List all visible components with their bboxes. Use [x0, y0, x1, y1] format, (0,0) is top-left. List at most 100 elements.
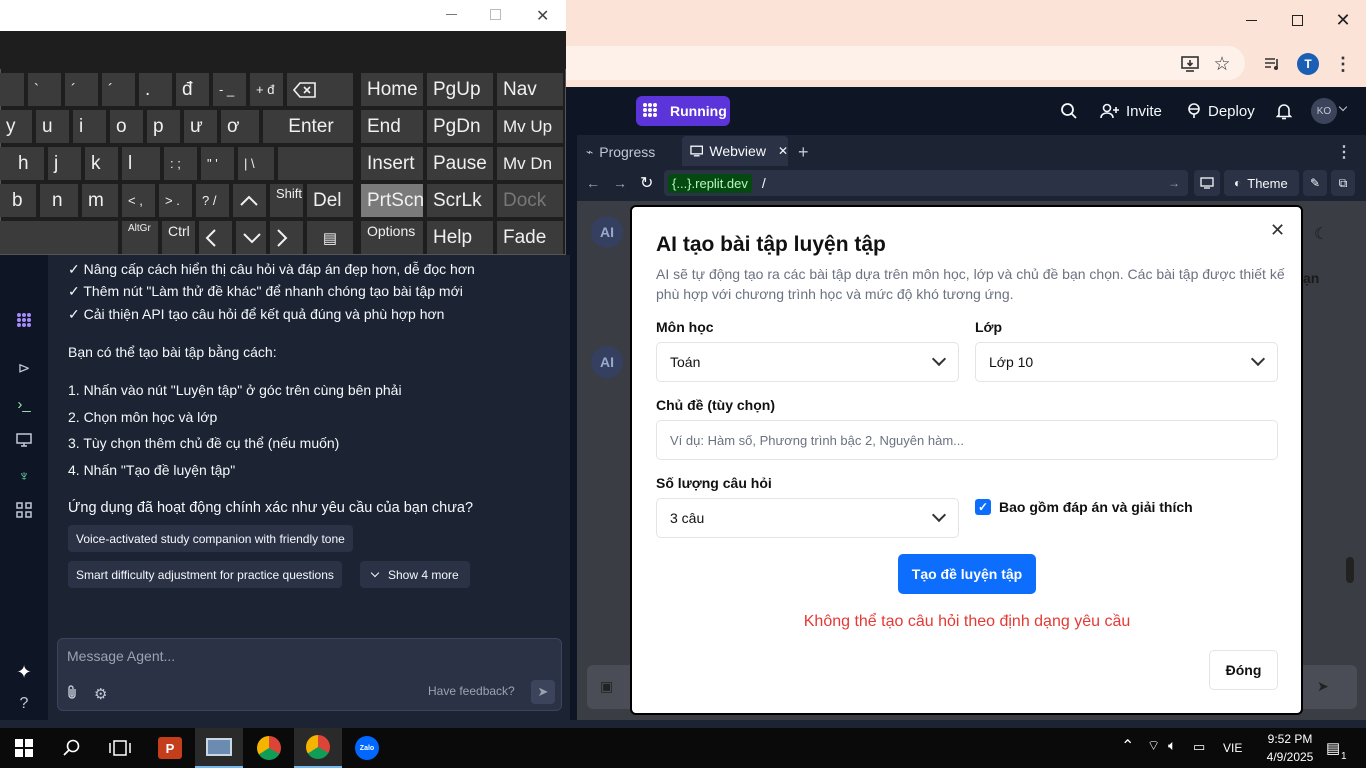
devtools-button[interactable]: ✎	[1303, 170, 1327, 196]
close-tab-icon[interactable]: ✕	[778, 144, 788, 158]
panel-menu-icon[interactable]: ⋮	[1336, 140, 1352, 164]
altgr-key[interactable]: AltGr	[122, 221, 158, 254]
pgdn-key[interactable]: PgDn	[427, 110, 493, 143]
notification-icon[interactable]: ▤	[1326, 739, 1340, 757]
taskbar-chrome-active[interactable]	[294, 728, 342, 768]
key[interactable]: " '	[201, 147, 234, 180]
key[interactable]: ´	[65, 73, 98, 106]
topic-input[interactable]: Ví dụ: Hàm số, Phương trình bậc 2, Nguyê…	[656, 420, 1278, 460]
key[interactable]: l	[122, 147, 160, 180]
install-app-icon[interactable]	[1178, 52, 1202, 76]
backspace-key[interactable]	[287, 73, 353, 106]
running-button[interactable]: Running	[636, 96, 730, 126]
clock-time[interactable]: 9:52 PM	[1255, 732, 1325, 746]
battery-icon[interactable]: ▭	[1193, 739, 1205, 755]
up-arrow-key[interactable]	[233, 184, 266, 217]
prtscn-key[interactable]: PrtScn	[361, 184, 424, 217]
forward-arrow-icon[interactable]: →	[613, 175, 627, 191]
send-button[interactable]: ➤	[531, 680, 555, 704]
notifications-button[interactable]	[1276, 98, 1292, 124]
device-toggle-button[interactable]	[1194, 170, 1220, 196]
key[interactable]	[278, 147, 353, 180]
rail-help-icon[interactable]: ?	[12, 692, 36, 716]
key[interactable]: u	[36, 110, 69, 143]
key[interactable]: ? /	[196, 184, 229, 217]
right-arrow-key[interactable]	[270, 221, 303, 254]
close-dialog-button[interactable]: Đóng	[1209, 650, 1278, 690]
message-input[interactable]: Message Agent...	[67, 648, 175, 664]
start-button[interactable]	[0, 728, 48, 768]
end-key[interactable]: End	[361, 110, 423, 143]
search-button[interactable]	[48, 728, 96, 768]
fade-key[interactable]: Fade	[497, 221, 563, 254]
invite-button[interactable]: Invite	[1100, 98, 1162, 124]
delete-key[interactable]: Del	[307, 184, 353, 217]
down-arrow-key[interactable]	[236, 221, 266, 254]
key[interactable]	[0, 73, 24, 106]
theme-button[interactable]: ◐ Theme	[1224, 170, 1299, 196]
dialog-close-icon[interactable]: ✕	[1270, 220, 1285, 241]
suggestion-chip[interactable]: Smart difficulty adjustment for practice…	[68, 561, 342, 588]
search-button[interactable]	[1060, 98, 1078, 124]
key[interactable]: h	[0, 147, 44, 180]
key[interactable]: p	[147, 110, 180, 143]
bookmark-star-icon[interactable]: ☆	[1210, 52, 1234, 76]
taskbar-powerpoint[interactable]: P	[146, 728, 194, 768]
clock-date[interactable]: 4/9/2025	[1255, 750, 1325, 764]
key[interactable]: n	[40, 184, 78, 217]
browser-menu-icon[interactable]: ⋮	[1331, 52, 1355, 76]
deploy-button[interactable]: Deploy	[1186, 98, 1255, 124]
open-new-window-button[interactable]: ⧉	[1331, 170, 1355, 196]
tab-progress[interactable]: ⌁ Progress	[586, 140, 655, 164]
key[interactable]: + đ	[250, 73, 283, 106]
scrollbar-thumb[interactable]	[1346, 557, 1354, 583]
close-window-button[interactable]: ✕	[1320, 0, 1366, 40]
key[interactable]: ´	[102, 73, 135, 106]
key[interactable]: < ,	[122, 184, 155, 217]
key[interactable]: : ;	[164, 147, 197, 180]
dock-key[interactable]: Dock	[497, 184, 563, 217]
shift-key[interactable]: Shift	[270, 184, 303, 217]
home-key[interactable]: Home	[361, 73, 423, 106]
key[interactable]: ơ	[221, 110, 259, 143]
key[interactable]: > .	[159, 184, 192, 217]
key[interactable]: o	[110, 110, 143, 143]
key[interactable]: i	[73, 110, 106, 143]
left-arrow-key[interactable]	[199, 221, 232, 254]
generate-button[interactable]: Tạo đề luyện tập	[898, 554, 1036, 594]
new-tab-button[interactable]: +	[798, 140, 809, 164]
rail-replit-icon[interactable]	[12, 308, 36, 332]
pause-key[interactable]: Pause	[427, 147, 493, 180]
taskbar-zalo[interactable]: Zalo	[343, 728, 391, 768]
moon-icon[interactable]: ☾	[1314, 224, 1328, 244]
keyboard-close-icon[interactable]: ✕	[536, 6, 549, 26]
taskbar-chrome[interactable]	[245, 728, 293, 768]
menu-key[interactable]: ▤	[307, 221, 353, 254]
keyboard-minimize-icon[interactable]	[446, 14, 457, 15]
rail-console-icon[interactable]: ›_	[12, 392, 36, 416]
task-view-button[interactable]	[96, 728, 144, 768]
language-indicator[interactable]: VIE	[1223, 741, 1242, 755]
mvdn-key[interactable]: Mv Dn	[497, 147, 563, 180]
user-avatar[interactable]: KO	[1311, 98, 1337, 124]
keyboard-maximize-icon[interactable]	[490, 9, 501, 20]
options-key[interactable]: Options	[361, 221, 423, 254]
key[interactable]: j	[48, 147, 81, 180]
space-key[interactable]	[0, 221, 118, 254]
image-icon[interactable]: ▣	[600, 678, 613, 695]
key[interactable]: .	[139, 73, 172, 106]
reload-icon[interactable]: ↻	[640, 173, 653, 193]
media-control-icon[interactable]	[1260, 52, 1284, 76]
mvup-key[interactable]: Mv Up	[497, 110, 563, 143]
panel-splitter[interactable]	[570, 87, 577, 720]
tray-overflow-icon[interactable]: ⌃	[1121, 736, 1134, 756]
subject-select[interactable]: Toán	[656, 342, 959, 382]
scrlk-key[interactable]: ScrLk	[427, 184, 493, 217]
key[interactable]: ư	[184, 110, 217, 143]
volume-icon[interactable]: 🔈︎	[1168, 737, 1176, 754]
send-icon[interactable]: ➤	[1317, 678, 1329, 695]
minimize-button[interactable]	[1228, 0, 1274, 40]
settings-icon[interactable]: ⚙	[94, 685, 107, 703]
key[interactable]: `	[28, 73, 61, 106]
key[interactable]: đ	[176, 73, 209, 106]
